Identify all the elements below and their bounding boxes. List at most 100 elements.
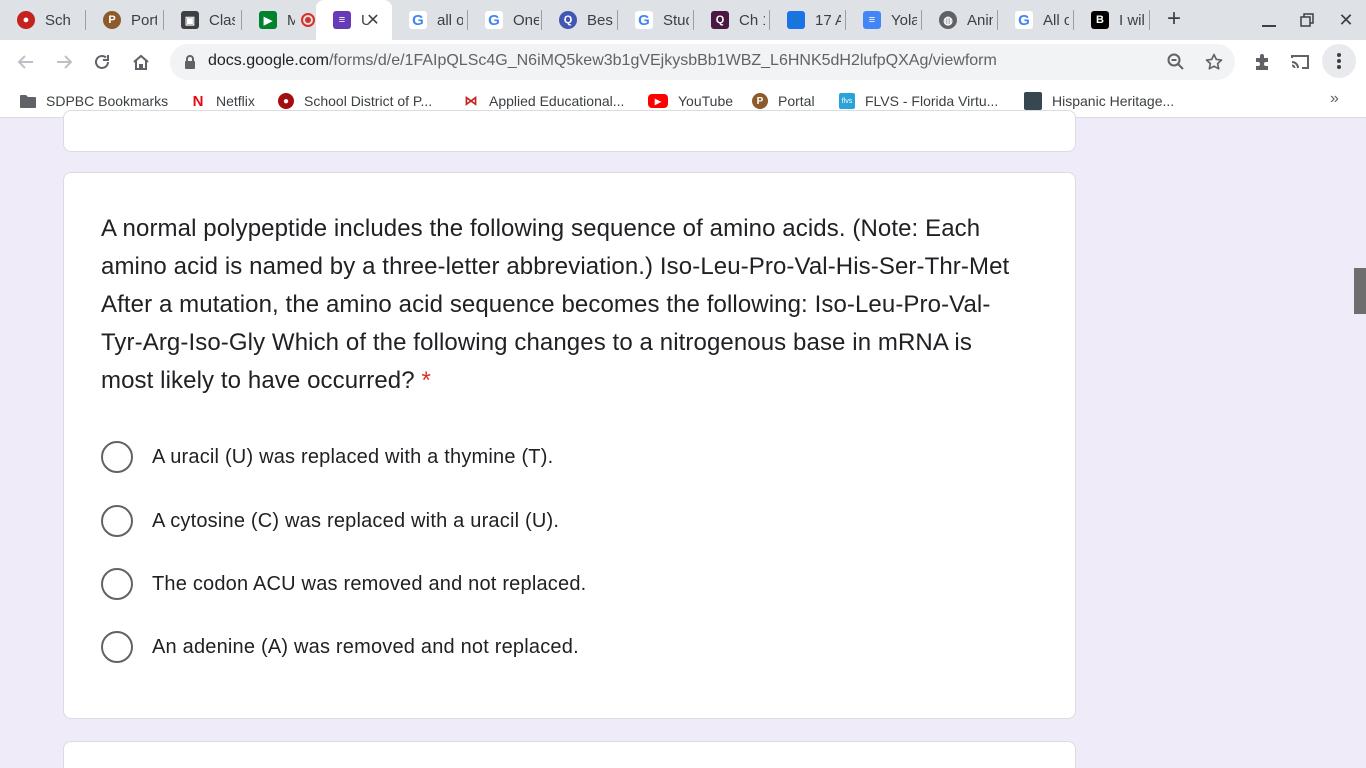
- restore-button[interactable]: [1295, 8, 1319, 32]
- tab-title: M: [287, 11, 295, 29]
- minimize-icon: [1262, 25, 1276, 27]
- tab-google-docs[interactable]: ≡ Yola: [846, 0, 922, 40]
- google-icon: G: [409, 11, 427, 29]
- radio-button[interactable]: [101, 505, 133, 537]
- more-bookmarks-chevron-icon[interactable]: »: [1330, 90, 1339, 108]
- answer-option[interactable]: An adenine (A) was removed and not repla…: [101, 630, 579, 664]
- bookmark-hispanic-heritage[interactable]: Hispanic Heritage...: [1024, 92, 1174, 110]
- tab-brainly[interactable]: B I will: [1074, 0, 1150, 40]
- reload-icon: [95, 54, 109, 69]
- tab-google-search[interactable]: G All o: [998, 0, 1074, 40]
- folder-icon: [20, 95, 36, 108]
- radio-button[interactable]: [101, 441, 133, 473]
- reload-button[interactable]: [88, 48, 116, 76]
- google-icon: G: [1015, 11, 1033, 29]
- tab-google-search[interactable]: G all o: [392, 0, 468, 40]
- browser-toolbar: docs.google.com/forms/d/e/1FAIpQLSc4G_N6…: [0, 40, 1366, 84]
- tab-title: All o: [1043, 11, 1069, 29]
- answer-option[interactable]: A uracil (U) was replaced with a thymine…: [101, 440, 553, 474]
- chrome-menu-button[interactable]: [1322, 44, 1356, 78]
- globe-icon: ◍: [939, 11, 957, 29]
- tab-school-district[interactable]: ● Scho: [0, 0, 86, 40]
- tab-google-search[interactable]: G Stud: [618, 0, 694, 40]
- tab-title: all o: [437, 11, 463, 29]
- tab-meet[interactable]: ▶ M: [242, 0, 316, 40]
- youtube-icon: ▶: [648, 94, 668, 108]
- zoom-icon: [1167, 53, 1184, 70]
- tab-title: Ch 1: [739, 11, 765, 29]
- google-docs-icon: ≡: [863, 11, 881, 29]
- school-district-icon: ●: [17, 11, 35, 29]
- bookmark-netflix[interactable]: N Netflix: [190, 92, 255, 110]
- bookmark-label: SDPBC Bookmarks: [46, 93, 169, 109]
- close-window-button[interactable]: ✕: [1334, 8, 1358, 32]
- zoom-button[interactable]: [1166, 52, 1186, 72]
- option-label: An adenine (A) was removed and not repla…: [152, 635, 579, 658]
- classlink-icon: ▣: [181, 11, 199, 29]
- puzzle-icon: [1256, 54, 1268, 70]
- bookmark-label: Netflix: [216, 93, 255, 109]
- bookmark-label: School District of P...: [304, 93, 433, 109]
- tab-google-search[interactable]: G One: [468, 0, 542, 40]
- close-tab-icon[interactable]: ✕: [364, 11, 382, 29]
- bookmark-star-button[interactable]: [1204, 52, 1224, 72]
- question-title: A normal polypeptide includes the follow…: [101, 210, 1026, 400]
- recording-icon: [301, 13, 315, 27]
- tab-quizlet[interactable]: Q Best: [542, 0, 618, 40]
- restore-icon: [1300, 13, 1314, 27]
- tab-contact[interactable]: 👤 17 A: [770, 0, 846, 40]
- netflix-icon: N: [190, 93, 206, 110]
- home-button[interactable]: [127, 48, 155, 76]
- scrollbar-thumb[interactable]: [1354, 268, 1366, 314]
- option-label: A uracil (U) was replaced with a thymine…: [152, 445, 554, 468]
- portal-icon: P: [752, 93, 768, 109]
- radio-button[interactable]: [101, 568, 133, 600]
- flvs-icon: flvs: [839, 93, 855, 109]
- option-label: A cytosine (C) was replaced with a uraci…: [152, 509, 560, 532]
- tab-web-page[interactable]: ◍ Anin: [922, 0, 998, 40]
- tab-title: Port: [131, 11, 157, 29]
- bookmark-youtube[interactable]: ▶ YouTube: [648, 92, 733, 110]
- tab-google-forms[interactable]: ≡ U ✕: [316, 0, 392, 40]
- address-bar[interactable]: docs.google.com/forms/d/e/1FAIpQLSc4G_N6…: [170, 44, 1235, 80]
- bookmark-label: FLVS - Florida Virtu...: [865, 93, 999, 109]
- bookmark-label: YouTube: [678, 93, 734, 109]
- minimize-button[interactable]: [1257, 8, 1281, 32]
- portal-icon: P: [103, 11, 121, 29]
- back-arrow-icon: [17, 55, 33, 69]
- bookmark-portal[interactable]: P Portal: [752, 92, 815, 110]
- close-icon: ✕: [1338, 9, 1354, 30]
- next-question-card: [63, 741, 1076, 768]
- tab-title: Clas: [209, 11, 235, 29]
- lock-icon: [185, 55, 195, 69]
- bookmark-label: Hispanic Heritage...: [1052, 93, 1175, 109]
- quizlet-icon: Q: [559, 11, 577, 29]
- radio-button[interactable]: [101, 631, 133, 663]
- option-label: The codon ACU was removed and not replac…: [152, 572, 587, 595]
- tab-classlink[interactable]: ▣ Clas: [164, 0, 242, 40]
- tab-title: Scho: [45, 11, 71, 29]
- forward-button[interactable]: [50, 48, 78, 76]
- google-forms-icon: ≡: [333, 11, 351, 29]
- bookmark-sdpbc-folder[interactable]: SDPBC Bookmarks: [20, 92, 168, 110]
- bookmark-applied-educational[interactable]: ⋈ Applied Educational...: [463, 92, 624, 110]
- bookmark-flvs[interactable]: flvs FLVS - Florida Virtu...: [839, 92, 998, 110]
- answer-option[interactable]: The codon ACU was removed and not replac…: [101, 567, 586, 601]
- forward-arrow-icon: [57, 55, 73, 69]
- extensions-button[interactable]: [1250, 50, 1274, 74]
- tab-title: Yola: [891, 11, 917, 29]
- bookmark-label: Applied Educational...: [489, 93, 625, 109]
- back-button[interactable]: [12, 48, 40, 76]
- google-icon: G: [635, 11, 653, 29]
- question-text: A normal polypeptide includes the follow…: [101, 215, 1010, 394]
- cast-button[interactable]: [1288, 50, 1312, 74]
- tab-portal[interactable]: P Port: [86, 0, 164, 40]
- more-vert-icon: [1337, 53, 1341, 69]
- new-tab-button[interactable]: +: [1162, 7, 1186, 32]
- bookmark-school-district[interactable]: ● School District of P...: [278, 92, 432, 110]
- cast-icon: [1291, 55, 1309, 69]
- school-district-icon: ●: [278, 93, 294, 109]
- answer-option[interactable]: A cytosine (C) was replaced with a uraci…: [101, 504, 559, 538]
- tab-quizlet[interactable]: Q Ch 1: [694, 0, 770, 40]
- tab-strip: ● Scho P Port ▣ Clas ▶ M ≡ U ✕ G all o G…: [0, 0, 1366, 40]
